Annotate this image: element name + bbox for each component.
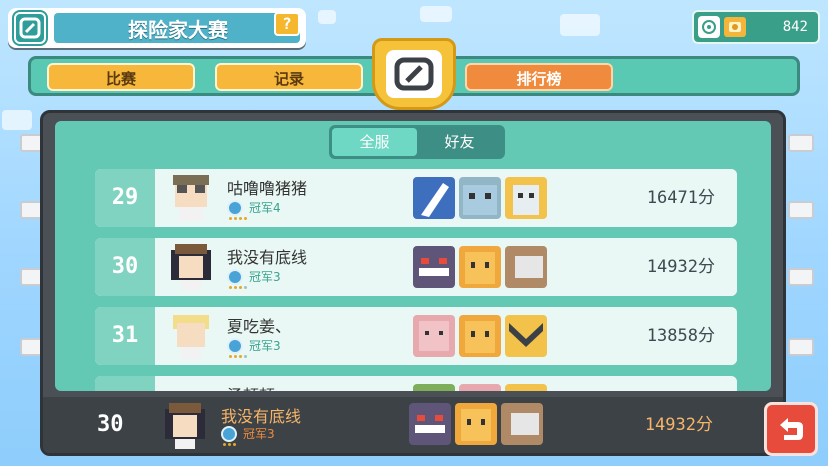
side-peg	[788, 268, 814, 286]
own-score: 14932分	[644, 415, 713, 435]
back-arrow-icon	[780, 418, 803, 440]
player-name: 夏吃姜、	[227, 317, 292, 336]
pokemon-tile	[459, 177, 501, 219]
pokemon-tile	[409, 403, 451, 445]
leaderboard-panel: 全服 好友 29 咕噜噜猪猪 冠军4 16471分 30 我没有底线 冠军3 1…	[40, 110, 786, 456]
champion-badge-icon	[227, 337, 243, 354]
ticket-icon	[724, 17, 746, 37]
player-avatar	[161, 173, 221, 223]
own-rank-row[interactable]: 30 我没有底线 冠军3 14932分	[43, 397, 783, 453]
pokemon-tile	[505, 315, 547, 357]
rank-number: 30	[95, 238, 155, 296]
currency-value: 842	[782, 19, 808, 35]
player-score: 14932分	[646, 257, 715, 277]
pokemon-tile	[505, 246, 547, 288]
rank-number: 32	[95, 376, 155, 391]
own-team-list	[409, 403, 543, 445]
champion-badge-icon	[227, 268, 243, 285]
leaderboard-row[interactable]: 29 咕噜噜猪猪 冠军4 16471分	[95, 169, 737, 227]
player-title-group: 冠军3	[227, 268, 281, 285]
pokemon-tile	[501, 403, 543, 445]
pokemon-tile	[505, 177, 547, 219]
player-avatar	[161, 242, 221, 292]
player-title: 冠军4	[249, 201, 281, 215]
tab-leaderboard[interactable]: 排行榜	[465, 63, 613, 91]
player-title: 冠军3	[249, 270, 281, 284]
pokemon-tile	[455, 403, 497, 445]
rank-dots	[223, 443, 236, 446]
help-button[interactable]: ?	[274, 12, 300, 36]
pokemon-tile	[505, 384, 547, 391]
pokemon-tile	[459, 384, 501, 391]
side-peg	[788, 134, 814, 152]
tab-records[interactable]: 记录	[215, 63, 363, 91]
pokemon-tile	[459, 315, 501, 357]
champion-badge-icon	[227, 199, 243, 216]
own-title-group: 冠军3	[221, 425, 275, 442]
leaderboard-list[interactable]: 全服 好友 29 咕噜噜猪猪 冠军4 16471分 30 我没有底线 冠军3 1…	[55, 121, 771, 391]
pokemon-emblem-icon	[386, 50, 442, 98]
player-title-group: 冠军3	[227, 337, 281, 354]
own-avatar	[155, 401, 215, 451]
team-list	[413, 315, 547, 357]
team-list	[413, 384, 547, 391]
currency-display: 842	[692, 10, 820, 44]
side-peg	[788, 338, 814, 356]
leaderboard-row[interactable]: 30 我没有底线 冠军3 14932分	[95, 238, 737, 296]
player-score: 13858分	[646, 326, 715, 346]
pokemon-tile	[459, 246, 501, 288]
rank-dots	[229, 355, 247, 358]
title-bar: 探险家大赛 ?	[8, 8, 306, 48]
own-name: 我没有底线	[221, 407, 302, 426]
tab-matches[interactable]: 比赛	[47, 63, 195, 91]
pokemon-tile	[413, 315, 455, 357]
menu-emblem-icon[interactable]	[14, 12, 46, 44]
player-name: 咕噜噜猪猪	[227, 179, 308, 198]
player-name: 汤顿顿	[227, 382, 275, 391]
back-button[interactable]	[764, 402, 818, 456]
pokemon-tile	[413, 177, 455, 219]
team-list	[413, 177, 547, 219]
player-avatar	[161, 311, 221, 361]
emblem-badge	[372, 38, 456, 110]
champion-badge-icon	[221, 425, 237, 442]
leaderboard-row[interactable]: 31 夏吃姜、 冠军3 13858分	[95, 307, 737, 365]
sky-cube	[560, 14, 600, 36]
rank-dots	[229, 217, 247, 220]
player-name: 我没有底线	[227, 248, 308, 267]
sky-cube	[420, 6, 452, 22]
scope-toggle: 全服 好友	[329, 125, 505, 159]
own-title: 冠军3	[243, 427, 275, 441]
pokemon-tile	[413, 246, 455, 288]
rank-number: 29	[95, 169, 155, 227]
rank-number: 31	[95, 307, 155, 365]
player-title-group: 冠军4	[227, 199, 281, 216]
side-peg	[788, 201, 814, 219]
team-list	[413, 246, 547, 288]
player-title: 冠军3	[249, 339, 281, 353]
recycle-icon	[698, 16, 720, 38]
pokemon-tile	[413, 384, 455, 391]
player-score: 16471分	[646, 188, 715, 208]
sky-cube	[318, 10, 336, 24]
own-rank-number: 30	[97, 412, 124, 437]
toggle-all-servers[interactable]: 全服	[332, 128, 417, 156]
rank-dots	[229, 286, 247, 289]
title-banner: 探险家大赛	[54, 13, 300, 43]
sky-cube	[2, 110, 32, 130]
toggle-friends[interactable]: 好友	[417, 128, 502, 156]
page-title: 探险家大赛	[128, 17, 228, 42]
leaderboard-row[interactable]: 32 汤顿顿	[95, 376, 737, 391]
